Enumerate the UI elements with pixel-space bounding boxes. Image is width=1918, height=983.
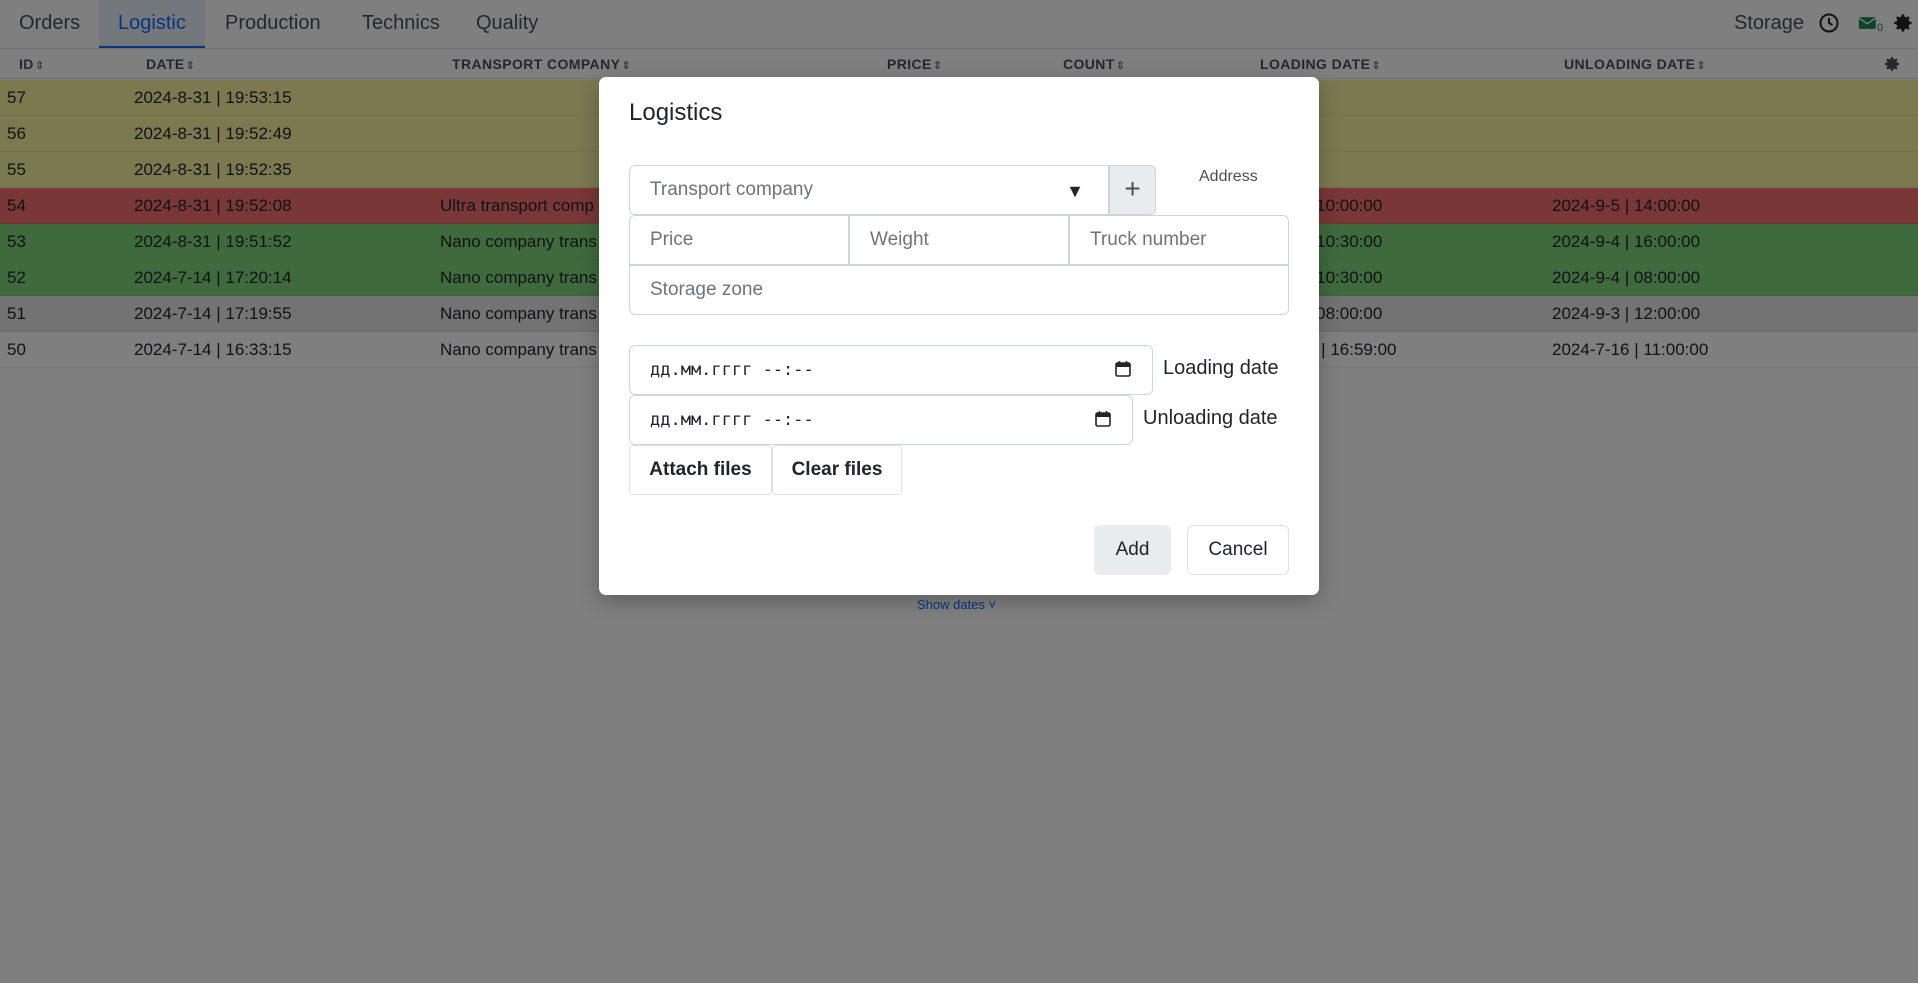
clear-files-button[interactable]: Clear files: [772, 445, 902, 495]
logistics-modal: Logistics Transport company ▼ + Address …: [599, 77, 1319, 595]
unloading-date-label: Unloading date: [1143, 407, 1278, 429]
add-button[interactable]: Add: [1094, 525, 1171, 575]
storage-zone-input[interactable]: Storage zone: [629, 265, 1289, 315]
caret-down-icon: ▼: [1066, 181, 1084, 201]
unloading-date-value: дд.мм.гггг --:--: [650, 410, 814, 430]
price-input[interactable]: Price: [629, 215, 849, 265]
loading-date-value: дд.мм.гггг --:--: [650, 360, 814, 380]
attach-files-button[interactable]: Attach files: [629, 445, 772, 495]
weight-input[interactable]: Weight: [849, 215, 1069, 265]
truck-number-input[interactable]: Truck number: [1069, 215, 1289, 265]
loading-date-label: Loading date: [1163, 357, 1279, 379]
add-transport-company-button[interactable]: +: [1109, 165, 1156, 215]
transport-company-placeholder: Transport company: [650, 179, 813, 200]
unloading-date-input[interactable]: дд.мм.гггг --:--: [629, 395, 1133, 445]
modal-title: Logistics: [629, 99, 723, 126]
calendar-icon[interactable]: [1114, 360, 1132, 378]
cancel-button[interactable]: Cancel: [1187, 525, 1289, 575]
transport-company-select[interactable]: Transport company ▼: [629, 165, 1109, 215]
address-label: Address: [1199, 168, 1258, 185]
loading-date-input[interactable]: дд.мм.гггг --:--: [629, 345, 1153, 395]
calendar-icon[interactable]: [1094, 410, 1112, 428]
